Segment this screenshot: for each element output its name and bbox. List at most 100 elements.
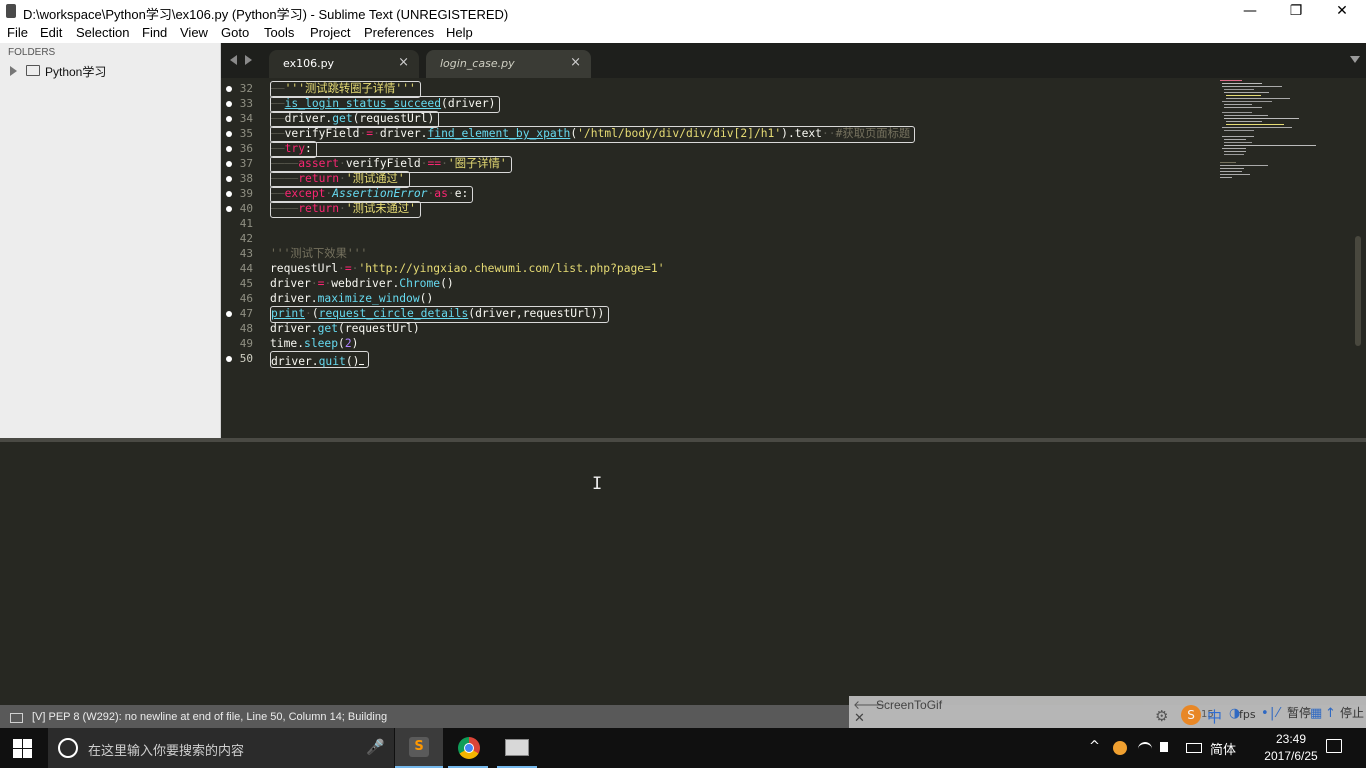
- code-line-44[interactable]: requestUrl·=·'http://yingxiao.chewumi.co…: [270, 261, 665, 276]
- upload-icon[interactable]: ↑: [1325, 706, 1336, 721]
- gutter-line: 44: [221, 261, 269, 276]
- minimap-line: [1224, 139, 1246, 140]
- minimap-line: [1220, 171, 1242, 172]
- volume-icon[interactable]: [1160, 742, 1168, 752]
- modified-marker-icon: [226, 206, 232, 212]
- screentogif-title: ScreenToGif: [876, 698, 943, 712]
- menu-file[interactable]: File: [7, 25, 28, 40]
- gear-icon[interactable]: ⚙: [1155, 707, 1168, 725]
- menu-tools[interactable]: Tools: [264, 25, 294, 40]
- minimap-line: [1224, 151, 1246, 152]
- taskbar-search[interactable]: 在这里输入你要搜索的内容 🎤: [48, 728, 394, 768]
- code-line-40[interactable]: ————return·'测试未通过': [270, 201, 421, 218]
- grid-icon[interactable]: ▦: [1310, 706, 1322, 721]
- minimap[interactable]: [1220, 78, 1330, 188]
- dot-icon[interactable]: •: [1261, 706, 1269, 721]
- microphone-icon[interactable]: 🎤: [366, 738, 385, 756]
- line-number: 47: [239, 307, 253, 320]
- gutter-line: 33: [221, 96, 269, 111]
- battery-icon[interactable]: [1186, 743, 1202, 753]
- close-icon[interactable]: ✕: [854, 711, 865, 726]
- gutter-line: 45: [221, 276, 269, 291]
- menu-view[interactable]: View: [180, 25, 208, 40]
- windows-start-icon[interactable]: [13, 739, 33, 758]
- screentogif-toolbar: 🡐 ScreenToGif ✕ ⚙ S 15 中 fps ◑ • | ⁄ 暂停 …: [849, 696, 1366, 728]
- window-title-bar[interactable]: D:\workspace\Python学习\ex106.py (Python学习…: [0, 0, 1366, 23]
- minimap-line: [1224, 104, 1252, 105]
- menu-help[interactable]: Help: [446, 25, 473, 40]
- menu-project[interactable]: Project: [310, 25, 350, 40]
- code-line-50[interactable]: driver.quit(): [270, 351, 370, 368]
- tab-bar: ex106.py × login_case.py ×: [221, 43, 1366, 78]
- stop-button[interactable]: 停止: [1340, 704, 1364, 721]
- clock-time: 23:49: [1275, 732, 1307, 746]
- moon-icon[interactable]: ◑: [1229, 706, 1240, 721]
- expand-arrow-icon[interactable]: [10, 66, 17, 76]
- tray-app-icon[interactable]: [1113, 741, 1127, 755]
- tab-close-icon[interactable]: ×: [570, 55, 581, 70]
- sublime-app-icon: [6, 4, 16, 18]
- code-line-49[interactable]: time.sleep(2): [270, 336, 358, 351]
- minimap-line: [1222, 136, 1254, 137]
- chrome-icon: [458, 737, 480, 759]
- tab-next-arrow-icon[interactable]: [245, 55, 252, 65]
- ime-indicator[interactable]: 简体: [1210, 739, 1236, 758]
- gutter-line: 38: [221, 171, 269, 186]
- pause-button[interactable]: 暂停: [1287, 704, 1311, 721]
- menu-goto[interactable]: Goto: [221, 25, 249, 40]
- tab-close-icon[interactable]: ×: [398, 55, 409, 70]
- taskbar-app-screentogif[interactable]: [493, 728, 541, 768]
- line-number: 32: [239, 82, 253, 95]
- line-number: 40: [239, 202, 253, 215]
- gutter-line: 36: [221, 141, 269, 156]
- taskbar-app-sublime[interactable]: S: [395, 728, 443, 768]
- panel-toggle-icon[interactable]: [10, 713, 23, 723]
- build-output-panel[interactable]: I: [0, 442, 1366, 705]
- close-window-button[interactable]: ✕: [1319, 0, 1365, 23]
- menu-selection[interactable]: Selection: [76, 25, 129, 40]
- code-line-48[interactable]: driver.get(requestUrl): [270, 321, 420, 336]
- maximize-button[interactable]: ❐: [1273, 0, 1319, 23]
- cortana-icon[interactable]: [58, 738, 78, 758]
- code-line-35[interactable]: ——verifyField·=·driver.find_element_by_x…: [270, 126, 916, 143]
- editor-scrollbar[interactable]: [1355, 236, 1361, 346]
- tab-prev-arrow-icon[interactable]: [230, 55, 237, 65]
- minimap-line: [1224, 145, 1316, 146]
- system-clock[interactable]: 23:49 2017/6/25: [1256, 731, 1326, 765]
- code-editor[interactable]: 32 33 34 35 36 37 38 39 40 41 42 43 44 4…: [221, 78, 1366, 438]
- gutter-line: 32: [221, 81, 269, 96]
- code-line-43[interactable]: '''测试下效果''': [270, 246, 367, 261]
- sidebar-folder-python[interactable]: Python学习: [8, 63, 208, 79]
- tray-chevron-icon[interactable]: ^: [1089, 739, 1100, 754]
- text-cursor: [359, 352, 365, 365]
- window-title: D:\workspace\Python学习\ex106.py (Python学习…: [23, 7, 509, 22]
- minimize-button[interactable]: —: [1227, 0, 1273, 23]
- minimap-line: [1224, 118, 1299, 119]
- notification-center-icon[interactable]: [1326, 739, 1342, 753]
- tab-dropdown-icon[interactable]: [1350, 56, 1360, 63]
- modified-marker-icon: [226, 311, 232, 317]
- modified-marker-icon: [226, 116, 232, 122]
- menu-find[interactable]: Find: [142, 25, 167, 40]
- code-line-45[interactable]: driver·=·webdriver.Chrome(): [270, 276, 454, 291]
- menu-preferences[interactable]: Preferences: [364, 25, 434, 40]
- ime-logo-icon[interactable]: S: [1181, 705, 1201, 725]
- wifi-icon[interactable]: [1138, 742, 1152, 754]
- tab-login-case[interactable]: login_case.py ×: [426, 50, 591, 78]
- line-number: 41: [239, 217, 253, 230]
- line-number: 45: [239, 277, 253, 290]
- taskbar-app-chrome[interactable]: [444, 728, 492, 768]
- gutter-line: 46: [221, 291, 269, 306]
- minimap-line: [1222, 101, 1272, 102]
- gutter-line: 48: [221, 321, 269, 336]
- minimap-line: [1220, 165, 1268, 166]
- menu-edit[interactable]: Edit: [40, 25, 62, 40]
- minimap-line: [1224, 130, 1254, 131]
- slash-icon[interactable]: ⁄: [1277, 706, 1279, 721]
- code-line-46[interactable]: driver.maximize_window(): [270, 291, 433, 306]
- menu-bar: File Edit Selection Find View Goto Tools…: [0, 23, 1366, 43]
- tab-ex106[interactable]: ex106.py ×: [269, 50, 419, 78]
- bar-icon[interactable]: |: [1270, 706, 1274, 721]
- line-number: 35: [239, 127, 253, 140]
- ime-language-icon[interactable]: 中: [1207, 706, 1222, 727]
